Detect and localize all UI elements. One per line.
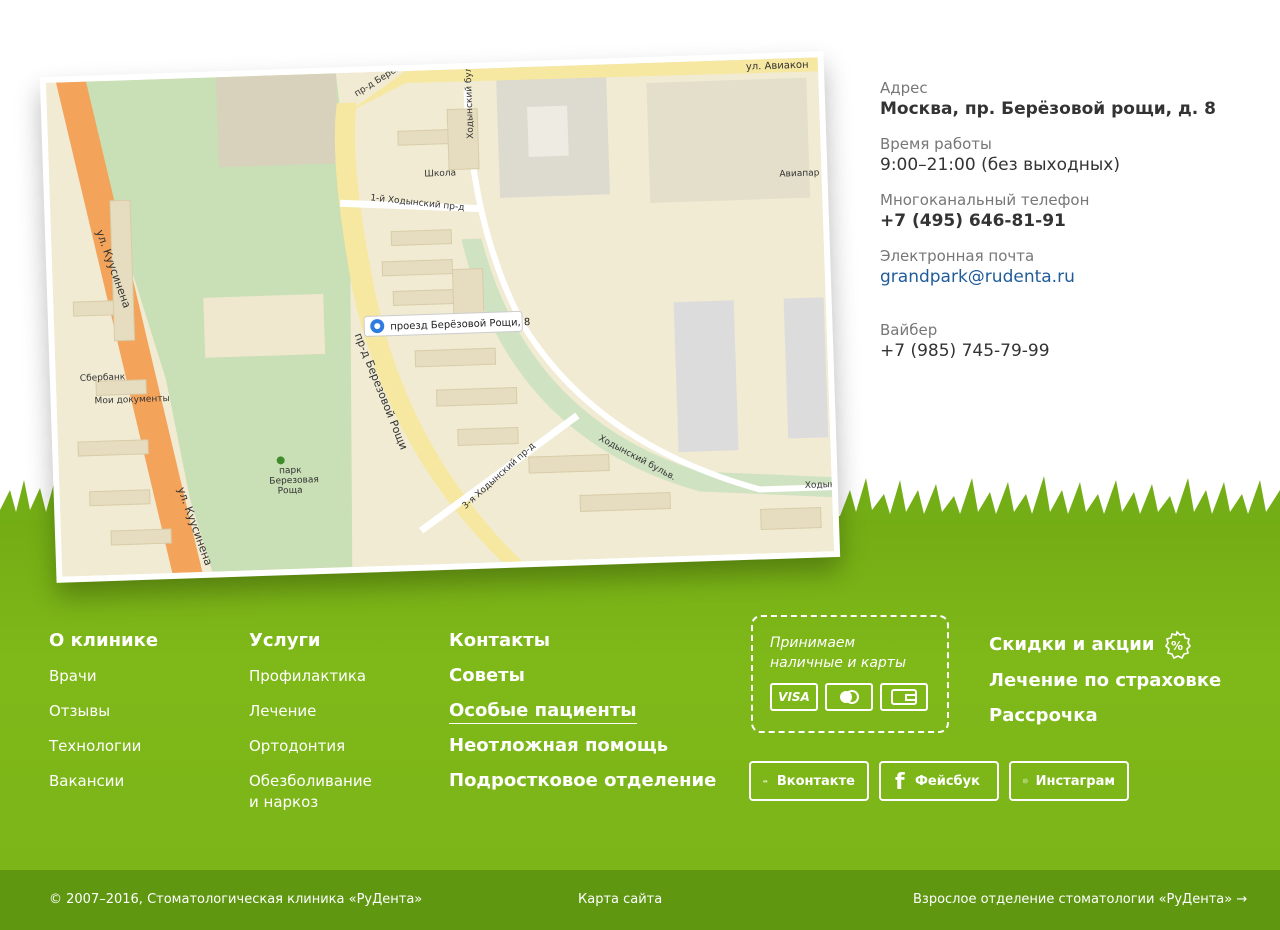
map-poi-sberbank: Сбербанк [80, 372, 126, 384]
nav-installments[interactable]: Рассрочка [989, 705, 1221, 727]
facebook-label: Фейсбук [915, 773, 980, 789]
address-value: Москва, пр. Берёзовой рощи, д. 8 [880, 99, 1216, 119]
address-label: Адрес [880, 79, 928, 97]
vk-button[interactable]: vk Вконтакте [749, 761, 869, 801]
nav-column-about: О клинике Врачи Отзывы Технологии Ваканс… [49, 630, 158, 791]
vk-label: Вконтакте [776, 773, 855, 789]
payment-text: Принимаем наличные и карты [770, 633, 940, 673]
mastercard-icon [825, 683, 873, 711]
nav-orthodontics[interactable]: Ортодонтия [249, 736, 372, 756]
svg-text:f: f [895, 770, 905, 792]
nav-tips[interactable]: Советы [449, 665, 716, 687]
wallet-icon [880, 683, 928, 711]
viber-value[interactable]: +7 (985) 745-79-99 [880, 340, 1260, 362]
svg-text:%: % [1171, 639, 1183, 653]
vk-icon: vk [763, 779, 768, 783]
nav-column-services: Услуги Профилактика Лечение Ортодонтия О… [249, 630, 372, 812]
adult-department-link[interactable]: Взрослое отделение стоматологии «РуДента… [913, 891, 1247, 909]
email-link[interactable]: grandpark@rudenta.ru [880, 266, 1260, 288]
location-map[interactable]: ул. Куусинена ул. Куусинена пр-д Березов… [46, 57, 834, 577]
nav-insurance[interactable]: Лечение по страховке [989, 670, 1221, 692]
map-poi-aviapark: Авиапар [779, 168, 820, 179]
instagram-label: Инстаграм [1035, 773, 1115, 789]
percent-badge-icon: % [1165, 630, 1192, 660]
map-street-hodbul3: Ходын [805, 480, 834, 491]
hours-label: Время работы [880, 135, 992, 153]
nav-column-contacts: Контакты Советы Особые пациенты Неотложн… [449, 630, 716, 792]
contact-info: Адрес Москва, пр. Берёзовой рощи, д. 8 В… [880, 78, 1260, 376]
viber-label: Вайбер [880, 321, 938, 339]
nav-special-patients[interactable]: Особые пациенты [449, 700, 637, 724]
nav-prophylaxis[interactable]: Профилактика [249, 666, 372, 686]
email-label: Электронная почта [880, 247, 1035, 265]
nav-reviews[interactable]: Отзывы [49, 701, 158, 721]
nav-doctors[interactable]: Врачи [49, 666, 158, 686]
nav-discounts[interactable]: Скидки и акции [989, 634, 1154, 656]
nav-anesthesia[interactable]: Обезболивание [249, 771, 372, 791]
phone-value[interactable]: +7 (495) 646-81-91 [880, 210, 1260, 232]
payment-box: Принимаем наличные и карты VISA [751, 615, 949, 733]
sitemap-link[interactable]: Карта сайта [578, 891, 662, 909]
facebook-icon: f [895, 770, 905, 792]
nav-services-title[interactable]: Услуги [249, 630, 372, 652]
map-street-aviakon: ул. Авиакон [746, 60, 809, 73]
map-poi-park3: Роща [278, 486, 303, 497]
nav-vacancies[interactable]: Вакансии [49, 771, 158, 791]
nav-teen-department[interactable]: Подростковое отделение [449, 770, 716, 792]
hours-value: 9:00–21:00 (без выходных) [880, 155, 1120, 175]
phone-label: Многоканальный телефон [880, 191, 1090, 209]
facebook-button[interactable]: f Фейсбук [879, 761, 999, 801]
nav-anesthesia-line2[interactable]: и наркоз [249, 792, 372, 812]
instagram-icon [1023, 778, 1028, 784]
visa-icon: VISA [770, 683, 818, 711]
copyright: © 2007–2016, Стоматологическая клиника «… [49, 892, 423, 907]
nav-technologies[interactable]: Технологии [49, 736, 158, 756]
nav-column-offers: Скидки и акции % Лечение по страховке Ра… [989, 630, 1221, 727]
payment-text-line1: Принимаем [770, 635, 856, 651]
payment-text-line2: наличные и карты [770, 655, 907, 671]
map-card[interactable]: ул. Куусинена ул. Куусинена пр-д Березов… [39, 51, 841, 583]
nav-contacts[interactable]: Контакты [449, 630, 716, 652]
nav-discounts-row[interactable]: Скидки и акции % [989, 630, 1221, 660]
nav-about-title[interactable]: О клинике [49, 630, 158, 652]
nav-treatment[interactable]: Лечение [249, 701, 372, 721]
map-poi-school: Школа [424, 168, 456, 179]
svg-text:vk: vk [763, 779, 768, 783]
nav-emergency[interactable]: Неотложная помощь [449, 735, 716, 757]
instagram-button[interactable]: Инстаграм [1009, 761, 1129, 801]
